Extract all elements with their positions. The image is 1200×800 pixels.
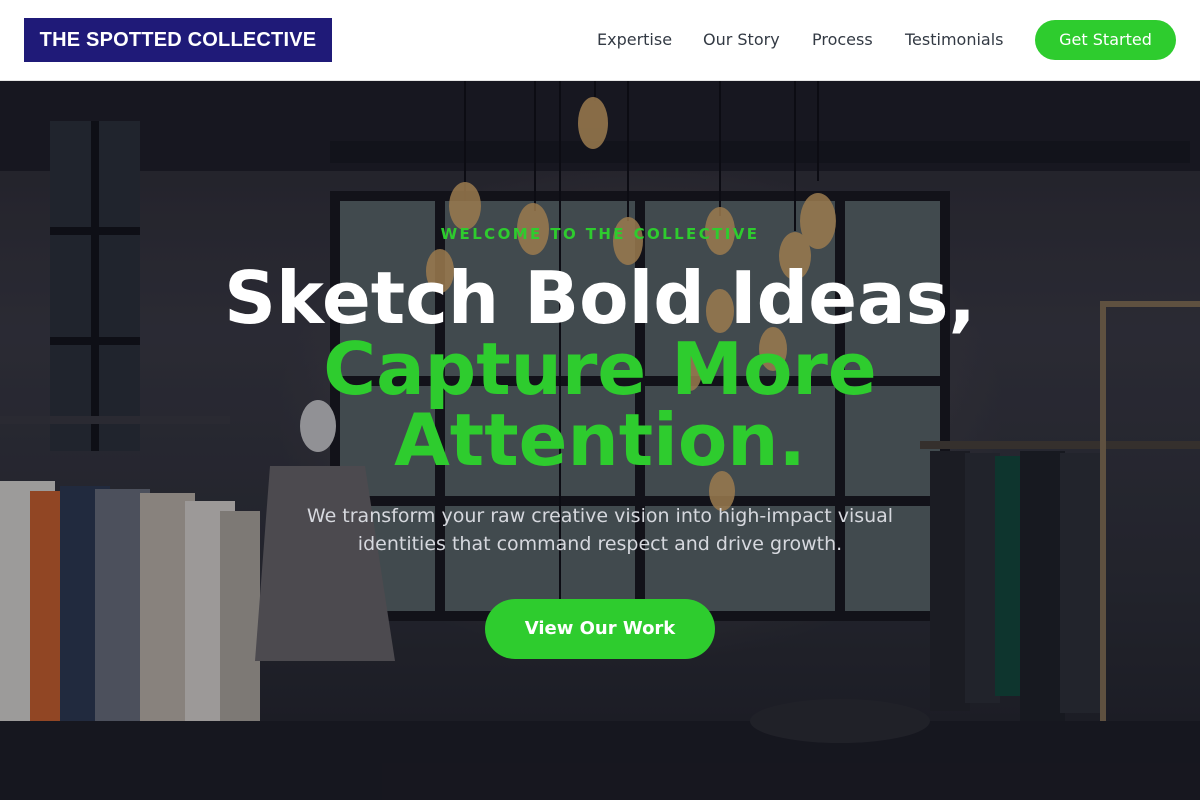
headline-line-3: Attention. — [394, 398, 806, 482]
hero-eyebrow: WELCOME TO THE COLLECTIVE — [440, 225, 760, 243]
hero-section: WELCOME TO THE COLLECTIVE Sketch Bold Id… — [0, 81, 1200, 800]
nav-our-story[interactable]: Our Story — [703, 30, 780, 49]
get-started-button[interactable]: Get Started — [1035, 20, 1176, 60]
headline-line-2: Capture More — [323, 327, 877, 411]
view-our-work-button[interactable]: View Our Work — [485, 599, 715, 659]
site-header: THE SPOTTED COLLECTIVE Expertise Our Sto… — [0, 0, 1200, 81]
nav-testimonials[interactable]: Testimonials — [905, 30, 1004, 49]
nav-expertise[interactable]: Expertise — [597, 30, 672, 49]
hero-headline: Sketch Bold Ideas, Capture More Attentio… — [0, 256, 1200, 482]
brand-logo[interactable]: THE SPOTTED COLLECTIVE — [24, 18, 332, 62]
hero-subtext: We transform your raw creative vision in… — [306, 505, 894, 555]
headline-line-1: Sketch Bold Ideas, — [224, 256, 976, 340]
nav-process[interactable]: Process — [812, 30, 873, 49]
